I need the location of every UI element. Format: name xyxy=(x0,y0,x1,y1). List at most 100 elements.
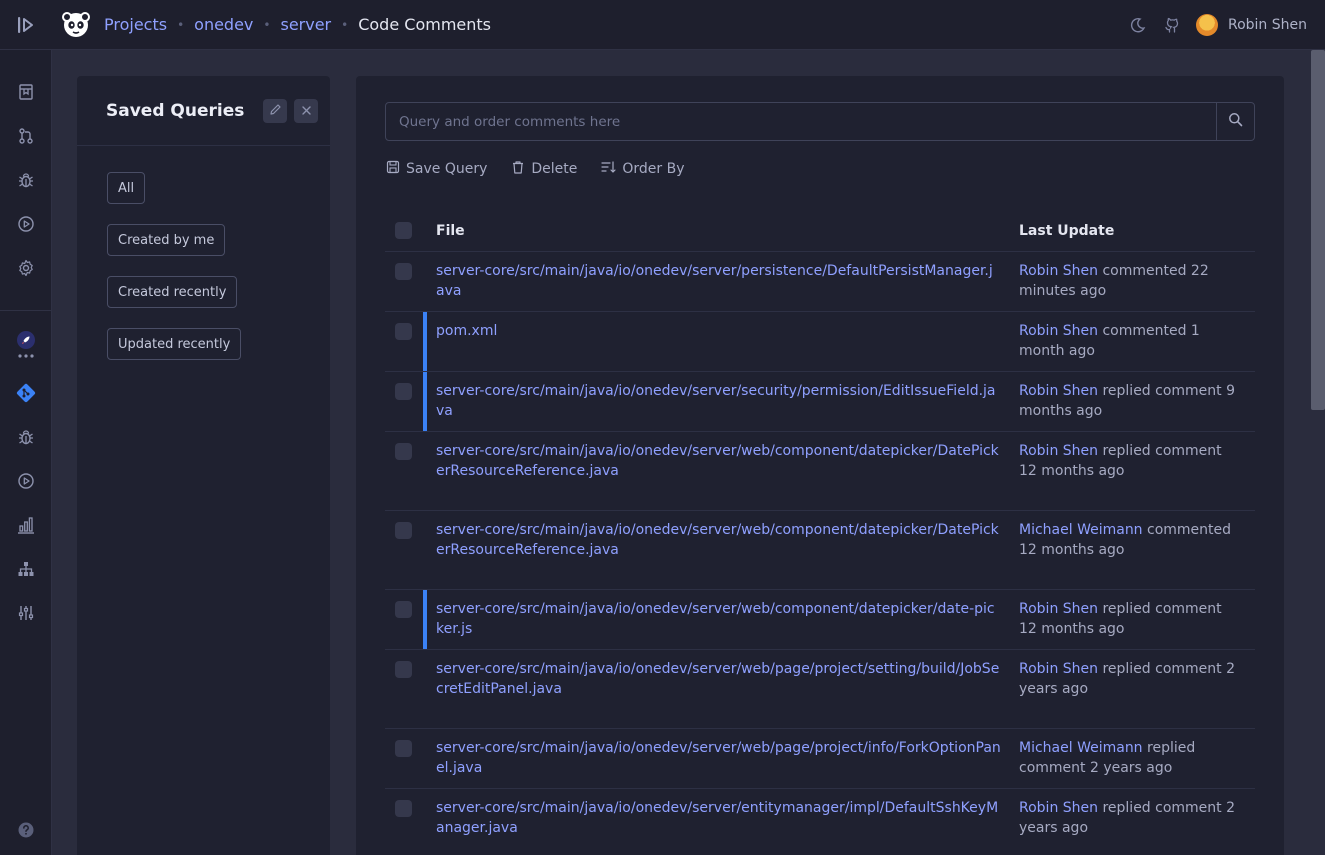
file-link[interactable]: server-core/src/main/java/io/onedev/serv… xyxy=(436,442,1001,481)
file-link[interactable]: server-core/src/main/java/io/onedev/serv… xyxy=(436,382,1001,421)
file-link[interactable]: server-core/src/main/java/io/onedev/serv… xyxy=(436,660,1001,699)
user-name[interactable]: Robin Shen xyxy=(1228,17,1307,33)
table-row: server-core/src/main/java/io/onedev/serv… xyxy=(385,372,1255,432)
hierarchy-icon[interactable] xyxy=(14,557,38,581)
code-comments-panel: Save Query Delete Order By File Last Upd… xyxy=(356,76,1284,855)
column-file: File xyxy=(436,223,465,239)
breadcrumb-onedev[interactable]: onedev xyxy=(194,15,253,34)
delete-button[interactable]: Delete xyxy=(511,160,577,178)
help-icon[interactable] xyxy=(14,818,38,842)
search-button[interactable] xyxy=(1216,103,1254,140)
user-link[interactable]: Robin Shen xyxy=(1019,383,1098,399)
more-icon[interactable] xyxy=(14,350,38,362)
save-query-button[interactable]: Save Query xyxy=(386,160,487,178)
last-update: Robin Shen commented 22 minutes ago xyxy=(1019,262,1239,301)
row-checkbox[interactable] xyxy=(395,522,412,539)
delete-label: Delete xyxy=(531,161,578,177)
unread-indicator xyxy=(423,312,427,371)
sort-icon xyxy=(601,160,616,178)
file-link[interactable]: server-core/src/main/java/io/onedev/serv… xyxy=(436,739,1001,778)
table-row: server-core/src/main/java/io/onedev/serv… xyxy=(385,590,1255,650)
row-checkbox[interactable] xyxy=(395,601,412,618)
file-link[interactable]: server-core/src/main/java/io/onedev/serv… xyxy=(436,600,1001,639)
unread-indicator xyxy=(423,590,427,649)
query-search-box xyxy=(385,102,1255,141)
table-row: server-core/src/main/java/io/onedev/serv… xyxy=(385,789,1255,855)
breadcrumb: Projects • onedev • server • Code Commen… xyxy=(104,15,491,34)
saved-queries-title: Saved Queries xyxy=(106,100,245,121)
file-link[interactable]: server-core/src/main/java/io/onedev/serv… xyxy=(436,262,1001,301)
user-link[interactable]: Robin Shen xyxy=(1019,601,1098,617)
user-link[interactable]: Robin Shen xyxy=(1019,263,1098,279)
row-checkbox[interactable] xyxy=(395,263,412,280)
user-link[interactable]: Robin Shen xyxy=(1019,323,1098,339)
page-title: Code Comments xyxy=(358,15,491,34)
table-row: server-core/src/main/java/io/onedev/serv… xyxy=(385,650,1255,729)
sliders-icon[interactable] xyxy=(14,601,38,625)
row-checkbox[interactable] xyxy=(395,383,412,400)
dark-mode-icon[interactable] xyxy=(1128,15,1148,35)
gear-icon[interactable] xyxy=(14,256,38,280)
github-icon[interactable] xyxy=(1162,15,1182,35)
breadcrumb-separator: • xyxy=(177,17,185,32)
saved-queries-panel: Saved Queries All Created by me Created … xyxy=(77,76,330,855)
file-link[interactable]: server-core/src/main/java/io/onedev/serv… xyxy=(436,799,1001,838)
last-update: Robin Shen replied comment 9 months ago xyxy=(1019,382,1239,421)
user-link[interactable]: Robin Shen xyxy=(1019,443,1098,459)
last-update: Robin Shen replied comment 2 years ago xyxy=(1019,799,1239,838)
play-icon[interactable] xyxy=(14,469,38,493)
git-icon[interactable] xyxy=(14,381,38,405)
close-queries-button[interactable] xyxy=(294,98,319,123)
bug-icon[interactable] xyxy=(14,425,38,449)
edit-queries-button[interactable] xyxy=(263,98,288,123)
user-link[interactable]: Robin Shen xyxy=(1019,800,1098,816)
onedev-logo-icon[interactable] xyxy=(60,9,92,41)
order-by-button[interactable]: Order By xyxy=(601,160,685,178)
table-body: server-core/src/main/java/io/onedev/serv… xyxy=(385,252,1255,855)
file-link[interactable]: server-core/src/main/java/io/onedev/serv… xyxy=(436,521,1001,560)
bookmark-icon[interactable] xyxy=(14,80,38,104)
select-all-checkbox[interactable] xyxy=(395,222,412,239)
query-updated-recently[interactable]: Updated recently xyxy=(107,328,242,360)
sidebar xyxy=(0,50,52,855)
table-row: server-core/src/main/java/io/onedev/serv… xyxy=(385,432,1255,511)
column-last-update: Last Update xyxy=(1019,223,1115,239)
save-query-label: Save Query xyxy=(406,161,488,177)
play-icon[interactable] xyxy=(14,212,38,236)
query-all[interactable]: All xyxy=(107,172,146,204)
table-row: server-core/src/main/java/io/onedev/serv… xyxy=(385,511,1255,590)
row-checkbox[interactable] xyxy=(395,740,412,757)
breadcrumb-server[interactable]: server xyxy=(280,15,331,34)
row-checkbox[interactable] xyxy=(395,661,412,678)
top-bar: Projects • onedev • server • Code Commen… xyxy=(0,0,1325,50)
rocket-icon[interactable] xyxy=(14,328,38,352)
row-checkbox[interactable] xyxy=(395,323,412,340)
last-update: Robin Shen commented 1 month ago xyxy=(1019,322,1239,361)
user-link[interactable]: Michael Weimann xyxy=(1019,740,1143,756)
last-update: Robin Shen replied comment 12 months ago xyxy=(1019,442,1239,481)
comments-table: File Last Update server-core/src/main/ja… xyxy=(385,210,1255,855)
query-created-recently[interactable]: Created recently xyxy=(107,276,238,308)
bug-icon[interactable] xyxy=(14,168,38,192)
query-input[interactable] xyxy=(386,103,1216,140)
chart-icon[interactable] xyxy=(14,513,38,537)
scrollbar-thumb[interactable] xyxy=(1311,50,1325,410)
pull-request-icon[interactable] xyxy=(14,124,38,148)
last-update: Michael Weimann replied comment 2 years … xyxy=(1019,739,1239,778)
query-created-by-me[interactable]: Created by me xyxy=(107,224,226,256)
table-row: server-core/src/main/java/io/onedev/serv… xyxy=(385,729,1255,789)
row-checkbox[interactable] xyxy=(395,800,412,817)
pencil-icon xyxy=(269,101,282,120)
file-link[interactable]: pom.xml xyxy=(436,322,1001,342)
user-link[interactable]: Robin Shen xyxy=(1019,661,1098,677)
trash-icon xyxy=(511,160,525,178)
table-row: pom.xml Robin Shen commented 1 month ago xyxy=(385,312,1255,372)
avatar[interactable] xyxy=(1195,14,1218,36)
row-checkbox[interactable] xyxy=(395,443,412,460)
sidebar-toggle-icon[interactable] xyxy=(0,0,52,50)
table-header: File Last Update xyxy=(385,210,1255,252)
breadcrumb-projects[interactable]: Projects xyxy=(104,15,167,34)
saved-queries-header: Saved Queries xyxy=(77,76,330,146)
page-scrollbar[interactable] xyxy=(1311,50,1325,855)
user-link[interactable]: Michael Weimann xyxy=(1019,522,1143,538)
